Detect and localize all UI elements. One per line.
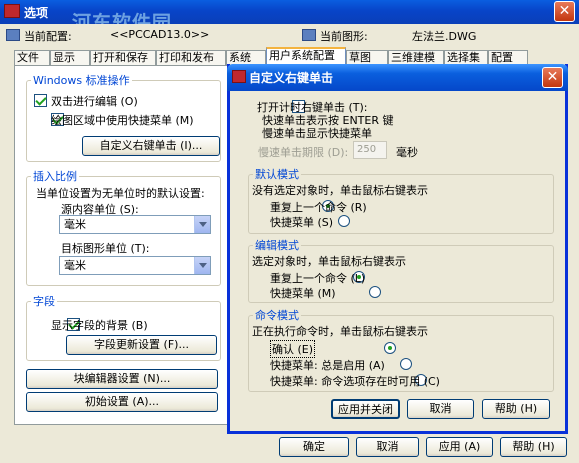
dialog-title: 自定义右键单击 xyxy=(249,71,334,85)
edit-shortcut-radio[interactable] xyxy=(368,286,381,298)
initial-settings-button[interactable]: 初始设置 (A)... xyxy=(26,392,218,412)
slow-click-unit: 毫秒 xyxy=(396,146,418,159)
dialog-cancel-button[interactable]: 取消 xyxy=(407,399,474,419)
current-drawing-value: 左法兰.DWG xyxy=(412,30,477,43)
slow-click-desc: 慢速单击显示快捷菜单 xyxy=(262,127,372,140)
tab-drafting[interactable]: 草图 xyxy=(346,50,388,65)
field-update-settings-button[interactable]: 字段更新设置 (F)... xyxy=(66,335,217,355)
source-units-select[interactable]: 毫米 xyxy=(59,215,211,234)
shortcut-menu-label: 绘图区域中使用快捷菜单 (M) xyxy=(51,114,194,127)
command-mode-legend: 命令模式 xyxy=(255,309,299,322)
apply-and-close-button[interactable]: 应用并关闭 xyxy=(331,399,400,419)
edit-shortcut-label: 快捷菜单 (M) xyxy=(270,287,336,300)
command-enter-label: 确认 (E) xyxy=(270,340,316,358)
outer-window-title: 选项 xyxy=(24,6,49,20)
block-editor-settings-button[interactable]: 块编辑器设置 (N)... xyxy=(26,369,218,389)
tab-profiles[interactable]: 配置 xyxy=(488,50,528,65)
outer-title-bar: 选项 河东软件园 ✕ xyxy=(0,0,579,34)
current-profile-value: <<PCCAD13.0>> xyxy=(110,28,210,41)
apply-button[interactable]: 应用 (A) xyxy=(426,437,493,457)
source-units-value: 毫米 xyxy=(64,218,86,231)
default-repeat-label: 重复上一个命令 (R) xyxy=(270,201,367,214)
command-mode-desc: 正在执行命令时，单击鼠标右键表示 xyxy=(252,325,428,338)
slow-click-duration-input[interactable]: 250 xyxy=(353,141,387,159)
show-field-background-label: 显示字段的背景 (B) xyxy=(51,319,148,332)
double-click-edit-checkbox[interactable] xyxy=(34,93,47,107)
chevron-down-icon xyxy=(194,257,210,274)
profile-icon xyxy=(6,29,20,41)
current-drawing-label: 当前图形: xyxy=(320,30,368,43)
dialog-title-bar: 自定义右键单击 ✕ xyxy=(227,64,568,91)
app-icon xyxy=(232,70,246,83)
chevron-down-icon xyxy=(194,216,210,233)
target-units-label: 目标图形单位 (T): xyxy=(61,242,150,255)
target-units-value: 毫米 xyxy=(64,259,86,272)
command-shortcut-always-label: 快捷菜单: 总是启用 (A) xyxy=(270,359,385,372)
current-profile-label: 当前配置: xyxy=(24,30,72,43)
windows-group-legend: Windows 标准操作 xyxy=(33,74,130,87)
drawing-icon xyxy=(302,29,316,41)
default-mode-desc: 没有选定对象时，单击鼠标右键表示 xyxy=(252,184,428,197)
tab-display[interactable]: 显示 xyxy=(50,50,90,65)
tab-plot-publish[interactable]: 打印和发布 xyxy=(156,50,226,65)
dialog-help-button[interactable]: 帮助 (H) xyxy=(482,399,550,419)
command-enter-radio[interactable] xyxy=(384,342,396,354)
unitless-label: 当单位设置为无单位时的默认设置: xyxy=(36,187,205,200)
cancel-button[interactable]: 取消 xyxy=(356,437,419,457)
tab-selection[interactable]: 选择集 xyxy=(444,50,488,65)
command-shortcut-always-radio[interactable] xyxy=(399,358,412,370)
tab-system[interactable]: 系统 xyxy=(226,50,266,65)
command-shortcut-options-label: 快捷菜单: 命令选项存在时可用 (C) xyxy=(270,375,440,388)
field-group-legend: 字段 xyxy=(33,295,55,308)
edit-mode-legend: 编辑模式 xyxy=(255,239,299,252)
slow-click-duration-label: 慢速单击期限 (D): xyxy=(258,146,349,159)
insert-group-legend: 插入比例 xyxy=(33,170,77,183)
edit-mode-desc: 选定对象时，单击鼠标右键表示 xyxy=(252,255,406,268)
dialog-close-icon[interactable]: ✕ xyxy=(542,67,563,88)
help-button[interactable]: 帮助 (H) xyxy=(500,437,567,457)
custom-right-click-button[interactable]: 自定义右键单击 (I)... xyxy=(82,136,220,156)
double-click-edit-label: 双击进行编辑 (O) xyxy=(51,95,138,108)
tab-3d-modeling[interactable]: 三维建模 xyxy=(388,50,444,65)
ok-button[interactable]: 确定 xyxy=(279,437,349,457)
app-icon xyxy=(4,4,20,18)
target-units-select[interactable]: 毫米 xyxy=(59,256,211,275)
tab-files[interactable]: 文件 xyxy=(14,50,50,65)
profile-row: 当前配置: <<PCCAD13.0>> 当前图形: 左法兰.DWG xyxy=(0,24,579,46)
default-shortcut-radio[interactable] xyxy=(337,215,350,227)
outer-close-icon[interactable]: ✕ xyxy=(554,1,575,22)
edit-repeat-label: 重复上一个命令 (L) xyxy=(270,272,366,285)
default-mode-legend: 默认模式 xyxy=(255,168,299,181)
tab-open-save[interactable]: 打开和保存 xyxy=(90,50,156,65)
default-shortcut-label: 快捷菜单 (S) xyxy=(270,216,334,229)
